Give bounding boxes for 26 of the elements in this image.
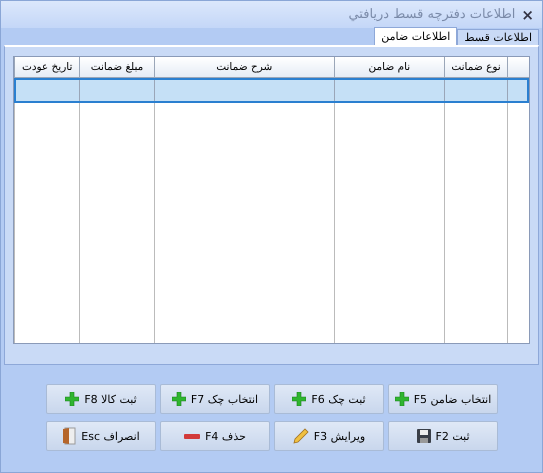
column-header[interactable]: تاریخ عودت bbox=[14, 57, 80, 78]
pencil-icon bbox=[292, 428, 309, 444]
action-button[interactable]: انتخاب ضامن F5 bbox=[388, 384, 498, 414]
action-button[interactable]: ثبت کالا F8 bbox=[46, 384, 156, 414]
table-row[interactable] bbox=[14, 78, 529, 103]
plus-icon bbox=[394, 392, 409, 406]
minus-icon bbox=[184, 434, 200, 438]
column-header[interactable]: نام ضامن bbox=[334, 57, 444, 78]
action-button[interactable]: ویرایش F3 bbox=[274, 421, 384, 451]
action-button[interactable]: انصراف Esc bbox=[46, 421, 156, 451]
column-header[interactable]: شرح ضمانت bbox=[154, 57, 334, 78]
action-button[interactable]: ثبت F2 bbox=[388, 421, 498, 451]
plus-icon bbox=[172, 392, 186, 406]
tab[interactable]: اطلاعات ضامن bbox=[374, 27, 458, 45]
action-button[interactable]: حذف F4 bbox=[160, 421, 270, 451]
plus-icon bbox=[292, 392, 306, 406]
door-icon bbox=[62, 427, 76, 445]
column-header[interactable]: نوع ضمانت bbox=[444, 57, 508, 78]
action-button[interactable]: ثبت چک F6 bbox=[274, 384, 384, 414]
plus-icon bbox=[65, 392, 80, 406]
action-button[interactable]: انتخاب چک F7 bbox=[160, 384, 270, 414]
column-header[interactable]: مبلغ ضمانت bbox=[79, 57, 154, 78]
tab[interactable]: اطلاعات قسط bbox=[457, 29, 539, 45]
window-title: اطلاعات دفترچه قسط دريافتي bbox=[348, 7, 516, 22]
close-button[interactable]: × bbox=[521, 6, 534, 24]
header-corner bbox=[507, 57, 529, 78]
